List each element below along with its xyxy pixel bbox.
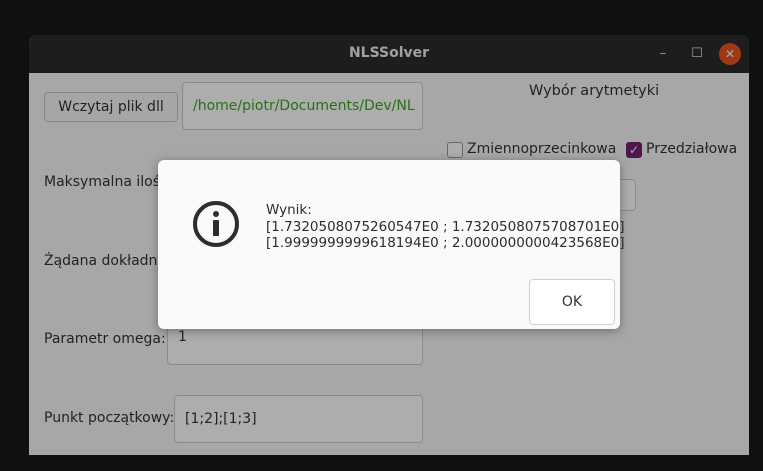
message-line-1: Wynik: xyxy=(266,202,312,218)
info-icon xyxy=(193,201,239,247)
result-dialog: Wynik: [1.7320508075260547E0 ; 1.7320508… xyxy=(158,160,625,329)
message-line-2: [1.7320508075260547E0 ; 1.73205080757087… xyxy=(266,218,625,235)
ok-button[interactable]: OK xyxy=(529,279,615,325)
dialog-message: Wynik: [1.7320508075260547E0 ; 1.7320508… xyxy=(266,202,625,252)
message-line-3: [1.9999999999618194E0 ; 2.00000000004235… xyxy=(266,235,625,251)
